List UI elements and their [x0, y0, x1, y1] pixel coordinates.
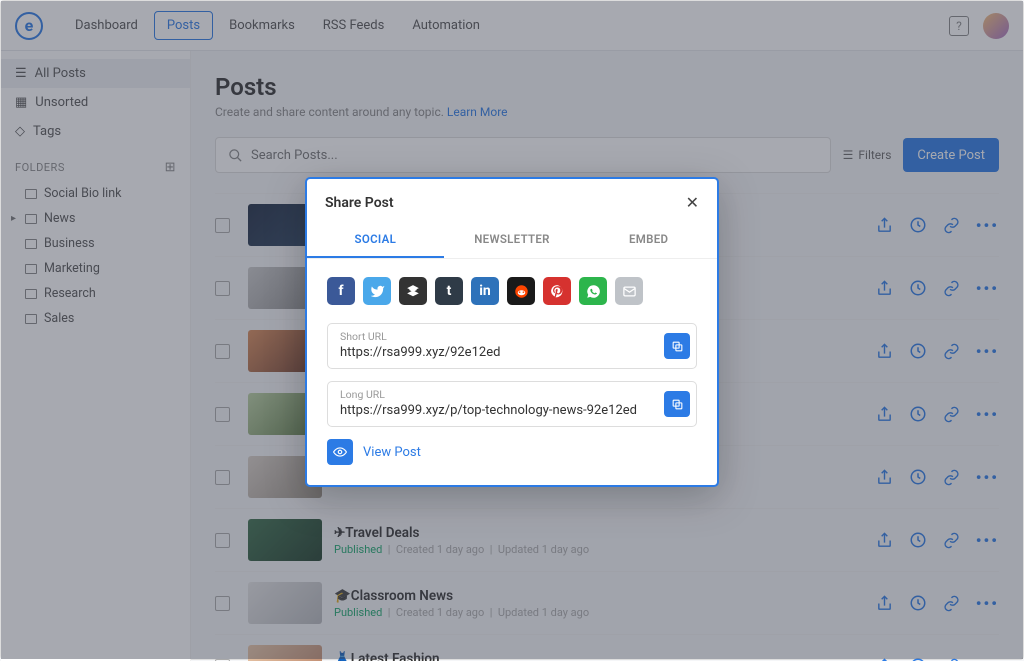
- tumblr-icon[interactable]: t: [435, 277, 463, 305]
- modal-tabs: SOCIAL NEWSLETTER EMBED: [307, 222, 717, 259]
- short-url-value[interactable]: https://rsa999.xyz/92e12ed: [340, 345, 688, 360]
- copy-long-url-button[interactable]: [664, 391, 690, 417]
- reddit-icon[interactable]: [507, 277, 535, 305]
- view-post-link[interactable]: View Post: [363, 445, 421, 460]
- view-post-icon-button[interactable]: [327, 439, 353, 465]
- short-url-box: Short URL https://rsa999.xyz/92e12ed: [327, 323, 697, 369]
- email-icon[interactable]: [615, 277, 643, 305]
- long-url-label: Long URL: [340, 388, 688, 401]
- tab-newsletter[interactable]: NEWSLETTER: [444, 222, 581, 258]
- buffer-icon[interactable]: [399, 277, 427, 305]
- share-modal: Share Post ✕ SOCIAL NEWSLETTER EMBED f t…: [305, 177, 719, 487]
- facebook-icon[interactable]: f: [327, 277, 355, 305]
- close-icon[interactable]: ✕: [686, 193, 699, 212]
- tab-social[interactable]: SOCIAL: [307, 222, 444, 258]
- modal-overlay[interactable]: Share Post ✕ SOCIAL NEWSLETTER EMBED f t…: [1, 1, 1023, 659]
- pinterest-icon[interactable]: [543, 277, 571, 305]
- social-icons-row: f t in: [327, 277, 697, 305]
- modal-title: Share Post: [325, 195, 686, 211]
- whatsapp-icon[interactable]: [579, 277, 607, 305]
- tab-embed[interactable]: EMBED: [580, 222, 717, 258]
- long-url-box: Long URL https://rsa999.xyz/p/top-techno…: [327, 381, 697, 427]
- linkedin-icon[interactable]: in: [471, 277, 499, 305]
- long-url-value[interactable]: https://rsa999.xyz/p/top-technology-news…: [340, 403, 688, 418]
- copy-short-url-button[interactable]: [664, 333, 690, 359]
- twitter-icon[interactable]: [363, 277, 391, 305]
- short-url-label: Short URL: [340, 330, 688, 343]
